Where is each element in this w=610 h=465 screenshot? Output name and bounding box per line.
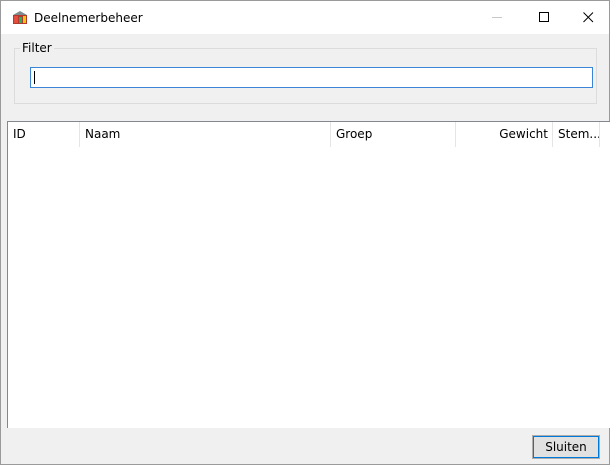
list-header: ID Naam Groep Gewicht Stem... (8, 122, 609, 147)
close-window-button[interactable] (566, 1, 610, 34)
list-body[interactable] (8, 148, 609, 428)
filter-legend: Filter (20, 40, 54, 56)
close-button[interactable]: Sluiten (532, 435, 600, 459)
text-caret (34, 71, 35, 84)
title-bar[interactable]: Deelnemerbeheer (1, 1, 609, 34)
close-icon (583, 12, 594, 23)
window-title: Deelnemerbeheer (34, 11, 143, 25)
participants-list[interactable]: ID Naam Groep Gewicht Stem... (7, 121, 610, 428)
column-header-id[interactable]: ID (8, 122, 79, 147)
footer-bar (7, 428, 609, 464)
maximize-icon (539, 12, 549, 22)
minimize-icon (492, 17, 502, 18)
column-divider[interactable] (599, 122, 600, 147)
column-header-naam[interactable]: Naam (80, 122, 331, 147)
minimize-button[interactable] (475, 1, 520, 34)
app-icon (13, 11, 27, 24)
maximize-button[interactable] (522, 1, 567, 34)
column-header-gewicht[interactable]: Gewicht (456, 122, 553, 147)
column-header-stem[interactable]: Stem... (553, 122, 601, 147)
window: Deelnemerbeheer Filter ID Naam Groep Gew… (0, 0, 610, 465)
filter-input[interactable] (30, 67, 593, 88)
column-header-groep[interactable]: Groep (331, 122, 456, 147)
